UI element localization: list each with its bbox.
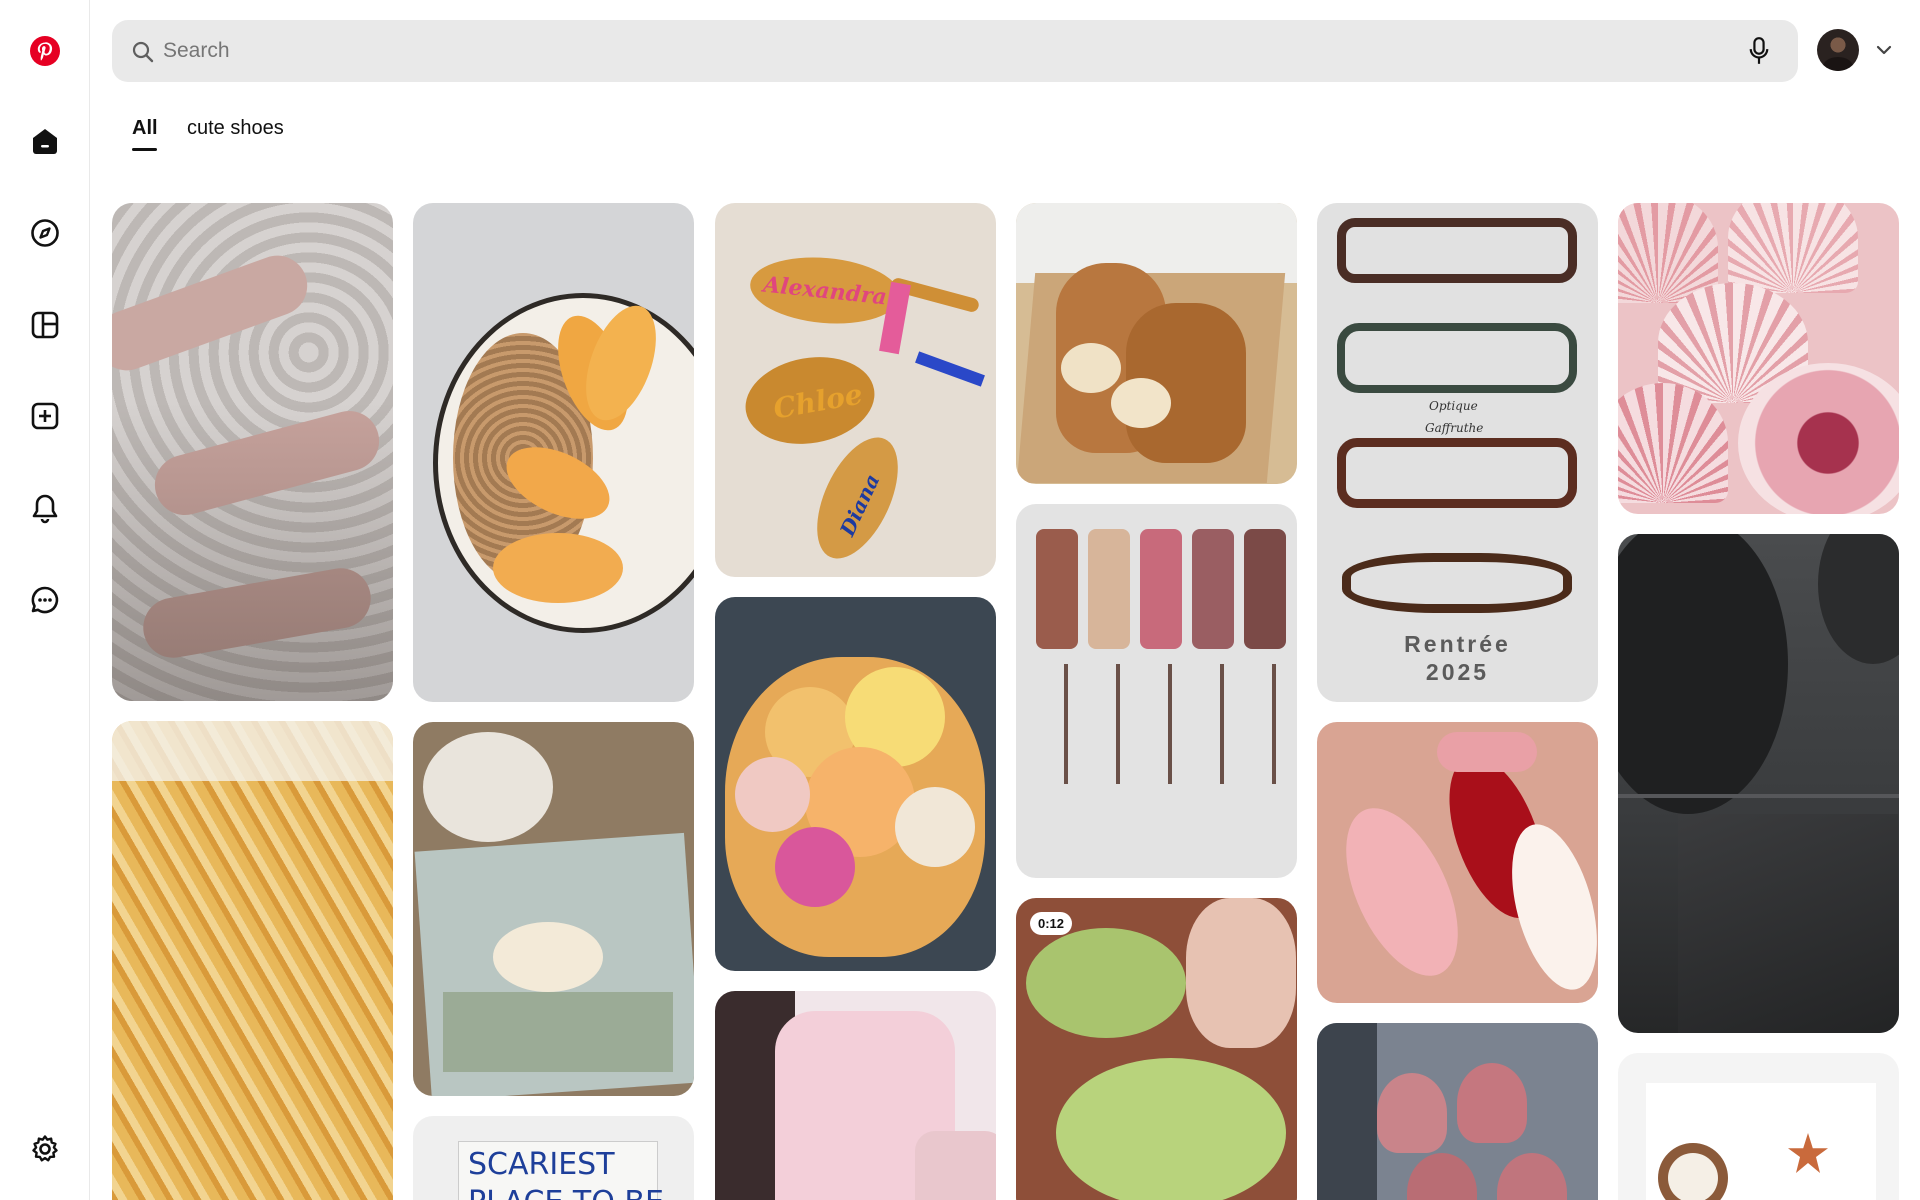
- pin-uggs-box[interactable]: [1016, 203, 1297, 484]
- pin-flower-bouquet[interactable]: [715, 597, 996, 971]
- pin-yogurt-bowl[interactable]: [413, 203, 694, 702]
- pin-hairbrushes[interactable]: Alexandra Chloe Diana: [715, 203, 996, 577]
- chevron-down-icon[interactable]: [1872, 38, 1896, 62]
- search-bar: [112, 20, 1798, 82]
- create-icon[interactable]: [21, 392, 69, 440]
- pinterest-logo[interactable]: [21, 27, 69, 75]
- pin-red-nails[interactable]: [1317, 722, 1598, 1003]
- sidebar: [0, 0, 90, 1200]
- pin-rainy-night[interactable]: [1618, 534, 1899, 1033]
- boards-icon[interactable]: [21, 301, 69, 349]
- explore-icon[interactable]: [21, 209, 69, 257]
- pin-swan-painting[interactable]: [413, 722, 694, 1096]
- glasses-brand-line1: Optique: [1429, 399, 1478, 413]
- pin-lip-tints[interactable]: [1016, 504, 1297, 878]
- messages-icon[interactable]: [21, 576, 69, 624]
- settings-icon[interactable]: [21, 1125, 69, 1173]
- pin-fries[interactable]: [112, 721, 393, 1200]
- glasses-brand-line2: Gaffruthe: [1425, 421, 1484, 435]
- pin-seashells[interactable]: [1618, 203, 1899, 514]
- board-text: SCARIEST PLACE TO BE: [468, 1147, 664, 1200]
- tab-all[interactable]: All: [132, 117, 158, 140]
- search-icon: [132, 41, 154, 63]
- glasses-caption-line2: 2025: [1425, 659, 1490, 685]
- glasses-caption-line1: Rentrée: [1404, 631, 1511, 657]
- home-icon[interactable]: [21, 117, 69, 165]
- pin-coconut-illustration[interactable]: [1618, 1053, 1899, 1200]
- pin-tulip-lamp[interactable]: [1317, 1023, 1598, 1200]
- notifications-icon[interactable]: [21, 484, 69, 532]
- pin-matcha-cake-video[interactable]: 0:12: [1016, 898, 1297, 1200]
- search-input[interactable]: [163, 20, 1663, 82]
- pin-glasses[interactable]: Optique Gaffruthe Rentrée 2025: [1317, 203, 1598, 702]
- pin-pink-outfit[interactable]: [715, 991, 996, 1200]
- avatar[interactable]: [1817, 29, 1859, 71]
- microphone-icon[interactable]: [1742, 34, 1776, 68]
- active-tab-indicator: [132, 148, 157, 151]
- pin-scariest-place[interactable]: SCARIEST PLACE TO BE: [413, 1116, 694, 1200]
- tab-cute-shoes[interactable]: cute shoes: [187, 117, 284, 140]
- pin-nails-white[interactable]: [112, 203, 393, 701]
- video-duration-badge: 0:12: [1030, 912, 1073, 935]
